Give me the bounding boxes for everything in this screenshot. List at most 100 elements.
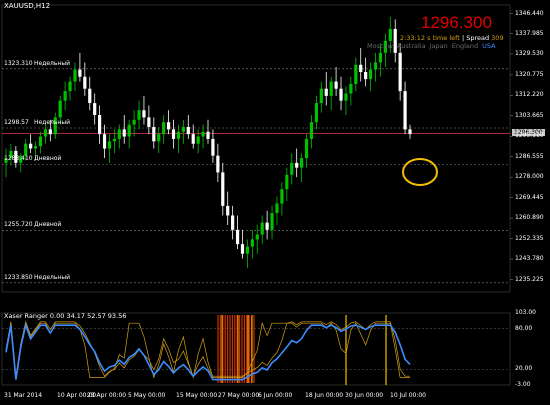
candle xyxy=(235,215,240,249)
candle xyxy=(250,229,254,259)
price-axis-label: 1243.780 xyxy=(515,255,544,263)
candle xyxy=(107,134,112,163)
candle xyxy=(142,95,146,125)
candle xyxy=(68,76,72,101)
level-name-label: Дневной xyxy=(34,155,62,163)
candle xyxy=(226,191,230,226)
candle xyxy=(393,19,397,63)
session-japan: Japan xyxy=(429,42,448,50)
candle xyxy=(137,100,141,130)
candle xyxy=(38,131,43,154)
time-axis-label: 31 Mar 2014 xyxy=(4,392,43,399)
candle xyxy=(152,117,156,149)
candle xyxy=(112,129,116,154)
price-axis-label: 1312.220 xyxy=(515,91,544,99)
indicator-slow-line xyxy=(5,320,410,378)
candle xyxy=(275,196,279,226)
time-axis-label: 5 May 00:00 xyxy=(128,392,166,399)
candle xyxy=(162,115,166,144)
candle xyxy=(186,115,190,139)
price-axis-label: 1269.445 xyxy=(515,193,544,201)
candle xyxy=(304,134,309,168)
candle xyxy=(349,76,353,106)
price-axis-label: 1235.225 xyxy=(515,275,544,283)
level-name-label: Недельный xyxy=(34,119,70,126)
time-axis-label: 18 Jun 00:00 xyxy=(305,392,344,399)
candle xyxy=(285,167,289,202)
time-left: 2:33:12 s time left xyxy=(400,34,460,42)
candle xyxy=(98,105,102,144)
candle xyxy=(368,62,373,92)
price-axis-label: 1320.775 xyxy=(515,70,544,78)
indicator-axis-label: 80.00 xyxy=(515,324,533,332)
candle xyxy=(329,76,333,111)
time-axis-label: 15 May 00:00 xyxy=(176,392,218,399)
candle xyxy=(181,119,185,144)
price-axis-label: 1329.530 xyxy=(515,49,544,57)
level-name-label: Недельный xyxy=(34,273,70,281)
level-value-label: 1283.410 xyxy=(4,155,33,163)
candle xyxy=(359,48,363,82)
candle xyxy=(166,110,171,135)
candle xyxy=(364,57,368,87)
candle xyxy=(171,119,176,149)
candle xyxy=(176,124,181,154)
level-value-label: 1255.720 xyxy=(4,221,33,229)
candle xyxy=(88,76,92,111)
candle xyxy=(383,33,387,68)
price-axis-label: 1346.440 xyxy=(515,9,544,17)
level-value-label: 1323.310 xyxy=(4,59,33,67)
level-name-label: Дневной xyxy=(34,221,62,229)
candle xyxy=(324,71,328,106)
time-axis-label: 10 Jul 00:00 xyxy=(390,392,426,399)
candle xyxy=(122,115,126,144)
time-axis-label: 30 Jun 00:00 xyxy=(345,392,384,399)
candle xyxy=(265,210,269,240)
time-axis-label: 27 May 00:00 xyxy=(218,392,260,399)
session-usa: USA xyxy=(482,42,496,50)
spread-label: Spread xyxy=(466,34,490,42)
candle xyxy=(206,119,210,144)
info-line: 2:33:12 s time left | Spread 309 xyxy=(400,34,504,42)
time-axis-label: 6 Jun 00:00 xyxy=(258,392,293,399)
level-value-label: 1298.57 xyxy=(4,119,29,126)
candle xyxy=(43,124,48,144)
candle xyxy=(93,93,97,125)
price-axis-label: 1278.000 xyxy=(515,173,544,181)
candle xyxy=(295,148,299,178)
price-axis-label: 1295.110 xyxy=(515,132,544,140)
session-england: England xyxy=(451,42,479,50)
time-axis-label: 23 Apr 00:00 xyxy=(87,392,127,399)
candle xyxy=(344,86,348,116)
candle xyxy=(300,153,304,182)
candle xyxy=(373,52,378,82)
candle xyxy=(270,205,274,240)
indicator-main-line xyxy=(5,322,411,381)
candle xyxy=(255,225,259,254)
session-australia: Australia xyxy=(396,42,426,50)
candle xyxy=(408,124,412,139)
candle xyxy=(319,81,323,113)
chart-window: XAUUSD,H12 1296.300 2:33:12 s time left … xyxy=(0,0,550,405)
candle xyxy=(280,181,284,216)
indicator-label: Xaser Ranger 0.00 34.17 52.57 93.56 xyxy=(4,312,127,320)
indicator-chart[interactable] xyxy=(0,305,550,405)
candle xyxy=(314,95,318,130)
price-axis-label: 1286.555 xyxy=(515,152,544,160)
candle xyxy=(132,110,136,137)
candle xyxy=(398,43,402,101)
spread-value: 309 xyxy=(491,34,504,42)
candle xyxy=(73,62,77,92)
level-value-label: 1233.850 xyxy=(4,273,33,281)
price-axis-label: 1252.335 xyxy=(515,234,544,242)
candle xyxy=(221,162,225,216)
candle xyxy=(127,119,131,149)
candle xyxy=(78,52,82,82)
price-axis-label: 1260.890 xyxy=(515,214,544,222)
candle xyxy=(63,81,67,111)
indicator-frame xyxy=(1,312,511,386)
candle xyxy=(196,129,200,154)
candle xyxy=(83,62,87,96)
price-axis-label: 1337.985 xyxy=(515,29,544,37)
level-name-label: Недельный xyxy=(34,59,70,67)
